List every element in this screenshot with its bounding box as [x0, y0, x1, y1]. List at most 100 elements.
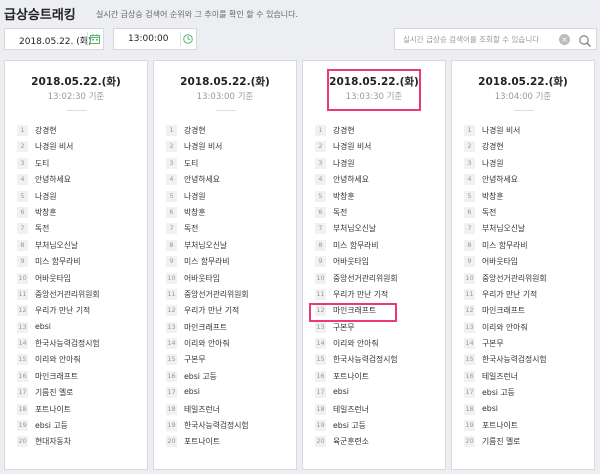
- keyword-link[interactable]: 강경현: [333, 125, 355, 136]
- list-item[interactable]: 9 어바웃타임: [311, 255, 441, 271]
- list-item[interactable]: 9 미스 함무라비: [162, 255, 292, 271]
- list-item[interactable]: 14 구본무: [460, 337, 590, 353]
- keyword-link[interactable]: 강경현: [35, 125, 57, 136]
- keyword-link[interactable]: 한국사능력검정시험: [35, 338, 100, 349]
- list-item[interactable]: 6 박창훈: [162, 206, 292, 222]
- keyword-link[interactable]: 독전: [35, 223, 49, 234]
- list-item[interactable]: 19 한국사능력검정시험: [162, 419, 292, 435]
- keyword-link[interactable]: 중앙선거관리위원회: [482, 273, 547, 284]
- keyword-link[interactable]: 도티: [35, 158, 49, 169]
- list-item[interactable]: 13 구본무: [311, 321, 441, 337]
- list-item[interactable]: 17 ebsi: [162, 386, 292, 402]
- list-item[interactable]: 11 중앙선거관리위원회: [162, 288, 292, 304]
- keyword-link[interactable]: 포트나이트: [184, 436, 220, 447]
- keyword-link[interactable]: 이리와 안아줘: [482, 322, 528, 333]
- keyword-link[interactable]: 나경원: [184, 191, 206, 202]
- list-item[interactable]: 5 박창훈: [460, 190, 590, 206]
- keyword-link[interactable]: 나경원: [333, 158, 355, 169]
- list-item[interactable]: 18 ebsi: [460, 403, 590, 419]
- list-item[interactable]: 3 나경원: [311, 157, 441, 173]
- keyword-link[interactable]: 박창훈: [35, 207, 57, 218]
- keyword-link[interactable]: 미스 함무라비: [333, 240, 379, 251]
- keyword-link[interactable]: 부처님오신날: [184, 240, 227, 251]
- keyword-link[interactable]: 우리가 만난 기적: [35, 305, 90, 316]
- list-item[interactable]: 17 ebsi: [311, 386, 441, 402]
- list-item[interactable]: 14 이리와 안아줘: [162, 337, 292, 353]
- list-item[interactable]: 10 중앙선거관리위원회: [460, 272, 590, 288]
- list-item[interactable]: 19 ebsi 고등: [311, 419, 441, 435]
- clear-icon[interactable]: ×: [559, 34, 570, 45]
- list-item[interactable]: 8 미스 함무라비: [460, 239, 590, 255]
- keyword-link[interactable]: 강경현: [482, 141, 504, 152]
- list-item[interactable]: 3 도티: [162, 157, 292, 173]
- list-item[interactable]: 7 독전: [13, 222, 143, 238]
- keyword-link[interactable]: 테일즈런너: [482, 371, 518, 382]
- list-item[interactable]: 8 부처님오신날: [162, 239, 292, 255]
- list-item[interactable]: 16 테일즈런너: [460, 370, 590, 386]
- keyword-link[interactable]: 중앙선거관리위원회: [184, 289, 249, 300]
- list-item[interactable]: 6 독전: [460, 206, 590, 222]
- list-item[interactable]: 6 박창훈: [13, 206, 143, 222]
- keyword-link[interactable]: 한국사능력검정시험: [482, 354, 547, 365]
- date-picker[interactable]: 2018.05.22. (화): [4, 28, 104, 50]
- keyword-link[interactable]: 어바웃타임: [184, 273, 220, 284]
- time-picker[interactable]: 13:00:00: [113, 28, 197, 50]
- list-item[interactable]: 16 마인크래프트: [13, 370, 143, 386]
- list-item[interactable]: 3 도티: [13, 157, 143, 173]
- list-item[interactable]: 4 안녕하세요: [460, 173, 590, 189]
- search-icon[interactable]: [578, 33, 592, 48]
- list-item[interactable]: 19 ebsi 고등: [13, 419, 143, 435]
- keyword-link[interactable]: 미스 함무라비: [482, 240, 528, 251]
- list-item[interactable]: 4 안녕하세요: [311, 173, 441, 189]
- list-item[interactable]: 16 포트나이트: [311, 370, 441, 386]
- keyword-link[interactable]: ebsi: [35, 322, 51, 331]
- keyword-link[interactable]: 포트나이트: [482, 420, 518, 431]
- list-item[interactable]: 11 중앙선거관리위원회: [13, 288, 143, 304]
- keyword-link[interactable]: 나경원: [482, 158, 504, 169]
- list-item[interactable]: 20 현대자동차: [13, 435, 143, 451]
- keyword-link[interactable]: 나경원: [35, 191, 57, 202]
- keyword-link[interactable]: 부처님오신날: [35, 240, 78, 251]
- list-item[interactable]: 18 테일즈런너: [162, 403, 292, 419]
- clock-icon[interactable]: [180, 32, 194, 46]
- keyword-link[interactable]: 기름진 멜로: [482, 436, 520, 447]
- keyword-link[interactable]: 현대자동차: [35, 436, 71, 447]
- list-item-highlighted[interactable]: 12 마인크래프트: [309, 303, 397, 322]
- list-item[interactable]: 12 우리가 만난 기적: [13, 304, 143, 320]
- list-item[interactable]: 1 강경현: [311, 124, 441, 140]
- keyword-link[interactable]: 중앙선거관리위원회: [333, 273, 398, 284]
- keyword-link[interactable]: 이리와 안아줘: [333, 338, 379, 349]
- keyword-link[interactable]: 테일즈런너: [333, 404, 369, 415]
- list-item[interactable]: 14 한국사능력검정시험: [13, 337, 143, 353]
- keyword-link[interactable]: 박창훈: [333, 191, 355, 202]
- keyword-link[interactable]: 마인크래프트: [184, 322, 227, 333]
- keyword-link[interactable]: 미스 함무라비: [35, 256, 81, 267]
- list-item[interactable]: 16 ebsi 고등: [162, 370, 292, 386]
- keyword-link[interactable]: 육군훈련소: [333, 436, 369, 447]
- keyword-link[interactable]: 강경현: [184, 125, 206, 136]
- list-item[interactable]: 18 테일즈런너: [311, 403, 441, 419]
- keyword-link[interactable]: 마인크래프트: [333, 305, 376, 316]
- list-item[interactable]: 18 포트나이트: [13, 403, 143, 419]
- list-item[interactable]: 10 어바웃타임: [13, 272, 143, 288]
- list-item[interactable]: 3 나경원: [460, 157, 590, 173]
- keyword-link[interactable]: 독전: [333, 207, 347, 218]
- list-item[interactable]: 1 나경원 비서: [460, 124, 590, 140]
- calendar-icon[interactable]: [87, 32, 101, 46]
- keyword-link[interactable]: 우리가 만난 기적: [333, 289, 388, 300]
- keyword-link[interactable]: 안녕하세요: [333, 174, 369, 185]
- keyword-link[interactable]: 박창훈: [482, 191, 504, 202]
- list-item[interactable]: 15 한국사능력검정시험: [460, 353, 590, 369]
- list-item[interactable]: 10 어바웃타임: [162, 272, 292, 288]
- keyword-link[interactable]: 도티: [184, 158, 198, 169]
- list-item[interactable]: 15 한국사능력검정시험: [311, 353, 441, 369]
- list-item[interactable]: 5 나경원: [162, 190, 292, 206]
- keyword-link[interactable]: 구본무: [333, 322, 355, 333]
- list-item[interactable]: 19 포트나이트: [460, 419, 590, 435]
- keyword-link[interactable]: 안녕하세요: [482, 174, 518, 185]
- keyword-link[interactable]: 어바웃타임: [333, 256, 369, 267]
- search-input[interactable]: [403, 33, 553, 46]
- list-item[interactable]: 15 구본무: [162, 353, 292, 369]
- keyword-link[interactable]: 마인크래프트: [35, 371, 78, 382]
- keyword-link[interactable]: 독전: [482, 207, 496, 218]
